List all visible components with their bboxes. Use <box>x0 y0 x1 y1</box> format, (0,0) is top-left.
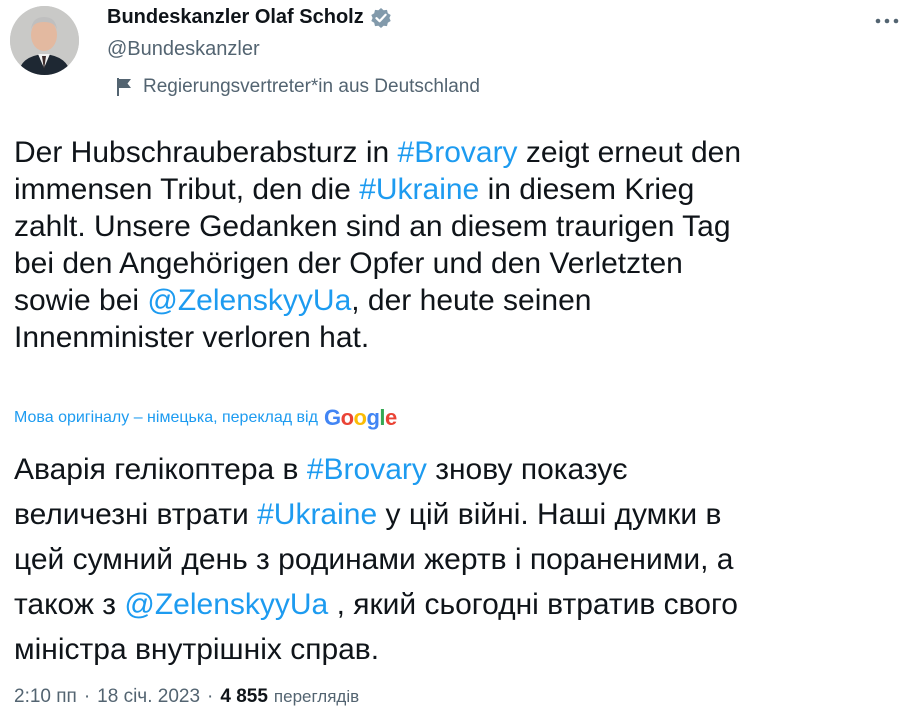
translation-note[interactable]: Мова оригіналу – німецька, переклад від … <box>14 405 397 431</box>
tweet-text-segment: , der heute seinen <box>351 284 592 317</box>
tweet-meta: 2:10 пп · 18 січ. 2023 · 4 855 перегляді… <box>14 686 359 708</box>
government-label-text: Regierungsvertreter*in aus Deutschland <box>143 76 480 97</box>
tweet-text: Der Hubschrauberabsturz in #Brovary zeig… <box>14 134 909 356</box>
tweet-text-segment: Innenminister verloren hat. <box>14 321 370 354</box>
tweet-text-line: zahlt. Unsere Gedanken sind an diesem tr… <box>14 208 909 245</box>
flag-icon <box>115 77 133 97</box>
translated-text-line: також з @ZelenskyyUa , який сьогодні втр… <box>14 582 909 627</box>
hashtag-link[interactable]: #Ukraine <box>359 173 479 206</box>
translated-text-segment: міністра внутрішніх справ. <box>14 633 380 666</box>
tweet-time[interactable]: 2:10 пп <box>14 686 77 708</box>
translated-text-line: Аварія гелікоптера в #Brovary знову пока… <box>14 447 909 492</box>
more-options-button[interactable] <box>869 8 905 32</box>
views-label: переглядів <box>273 687 360 706</box>
avatar[interactable] <box>10 6 79 75</box>
tweet-text-line: immensen Tribut, den die #Ukraine in die… <box>14 171 909 208</box>
more-dots-icon <box>875 11 899 29</box>
tweet-text-segment: immensen Tribut, den die <box>14 173 360 206</box>
meta-separator: · <box>207 686 214 707</box>
google-logo: Google <box>324 405 397 431</box>
tweet-date[interactable]: 18 січ. 2023 <box>97 686 200 708</box>
views-count: 4 855 <box>220 686 268 707</box>
translated-text-segment: цей сумний день з родинами жертв і поран… <box>14 543 734 576</box>
google-logo-letter: e <box>385 405 397 430</box>
verified-badge-icon <box>370 7 392 29</box>
author-handle[interactable]: @Bundeskanzler <box>107 38 260 61</box>
mention-link[interactable]: @ZelenskyyUa <box>124 588 328 621</box>
hashtag-link[interactable]: #Ukraine <box>257 498 377 531</box>
translated-text: Аварія гелікоптера в #Brovary знову пока… <box>14 447 909 672</box>
translated-text-segment: величезні втрати <box>14 498 258 531</box>
tweet-text-line: bei den Angehörigen der Opfer und den Ve… <box>14 245 909 282</box>
author-display-name[interactable]: Bundeskanzler Olaf Scholz <box>107 6 364 29</box>
meta-separator: · <box>83 686 91 707</box>
translated-text-segment: у цій війні. Наші думки в <box>377 498 722 531</box>
tweet-text-segment: zeigt erneut den <box>517 136 742 169</box>
translated-text-segment: знову показує <box>426 453 628 486</box>
google-logo-letter: o <box>353 405 367 430</box>
translated-text-segment: також з <box>14 588 125 621</box>
tweet-text-segment: bei den Angehörigen der Opfer und den Ve… <box>14 247 683 280</box>
translated-text-segment: Аварія гелікоптера в <box>14 453 307 486</box>
tweet-text-line: sowie bei @ZelenskyyUa, der heute seinen <box>14 282 909 319</box>
translated-text-segment: , який сьогодні втратив свого <box>328 588 738 621</box>
tweet-text-line: Innenminister verloren hat. <box>14 319 909 356</box>
tweet-text-segment: sowie bei <box>14 284 148 317</box>
google-logo-letter: g <box>366 405 380 430</box>
hashtag-link[interactable]: #Brovary <box>307 453 427 486</box>
translated-text-line: цей сумний день з родинами жертв і поран… <box>14 537 909 582</box>
tweet-text-segment: zahlt. Unsere Gedanken sind an diesem tr… <box>14 210 731 243</box>
tweet-text-segment: Der Hubschrauberabsturz in <box>14 136 398 169</box>
hashtag-link[interactable]: #Brovary <box>398 136 518 169</box>
government-label[interactable]: Regierungsvertreter*in aus Deutschland <box>115 76 480 98</box>
mention-link[interactable]: @ZelenskyyUa <box>147 284 351 317</box>
google-logo-letter: G <box>323 405 341 430</box>
tweet-text-segment: in diesem Krieg <box>479 173 695 206</box>
author-name-row: Bundeskanzler Olaf Scholz <box>107 6 392 29</box>
tweet-text-line: Der Hubschrauberabsturz in #Brovary zeig… <box>14 134 909 171</box>
google-logo-letter: o <box>340 405 354 430</box>
translated-text-line: міністра внутрішніх справ. <box>14 627 909 672</box>
translation-note-text: Мова оригіналу – німецька, переклад від <box>14 409 318 426</box>
translated-text-line: величезні втрати #Ukraine у цій війні. Н… <box>14 492 909 537</box>
